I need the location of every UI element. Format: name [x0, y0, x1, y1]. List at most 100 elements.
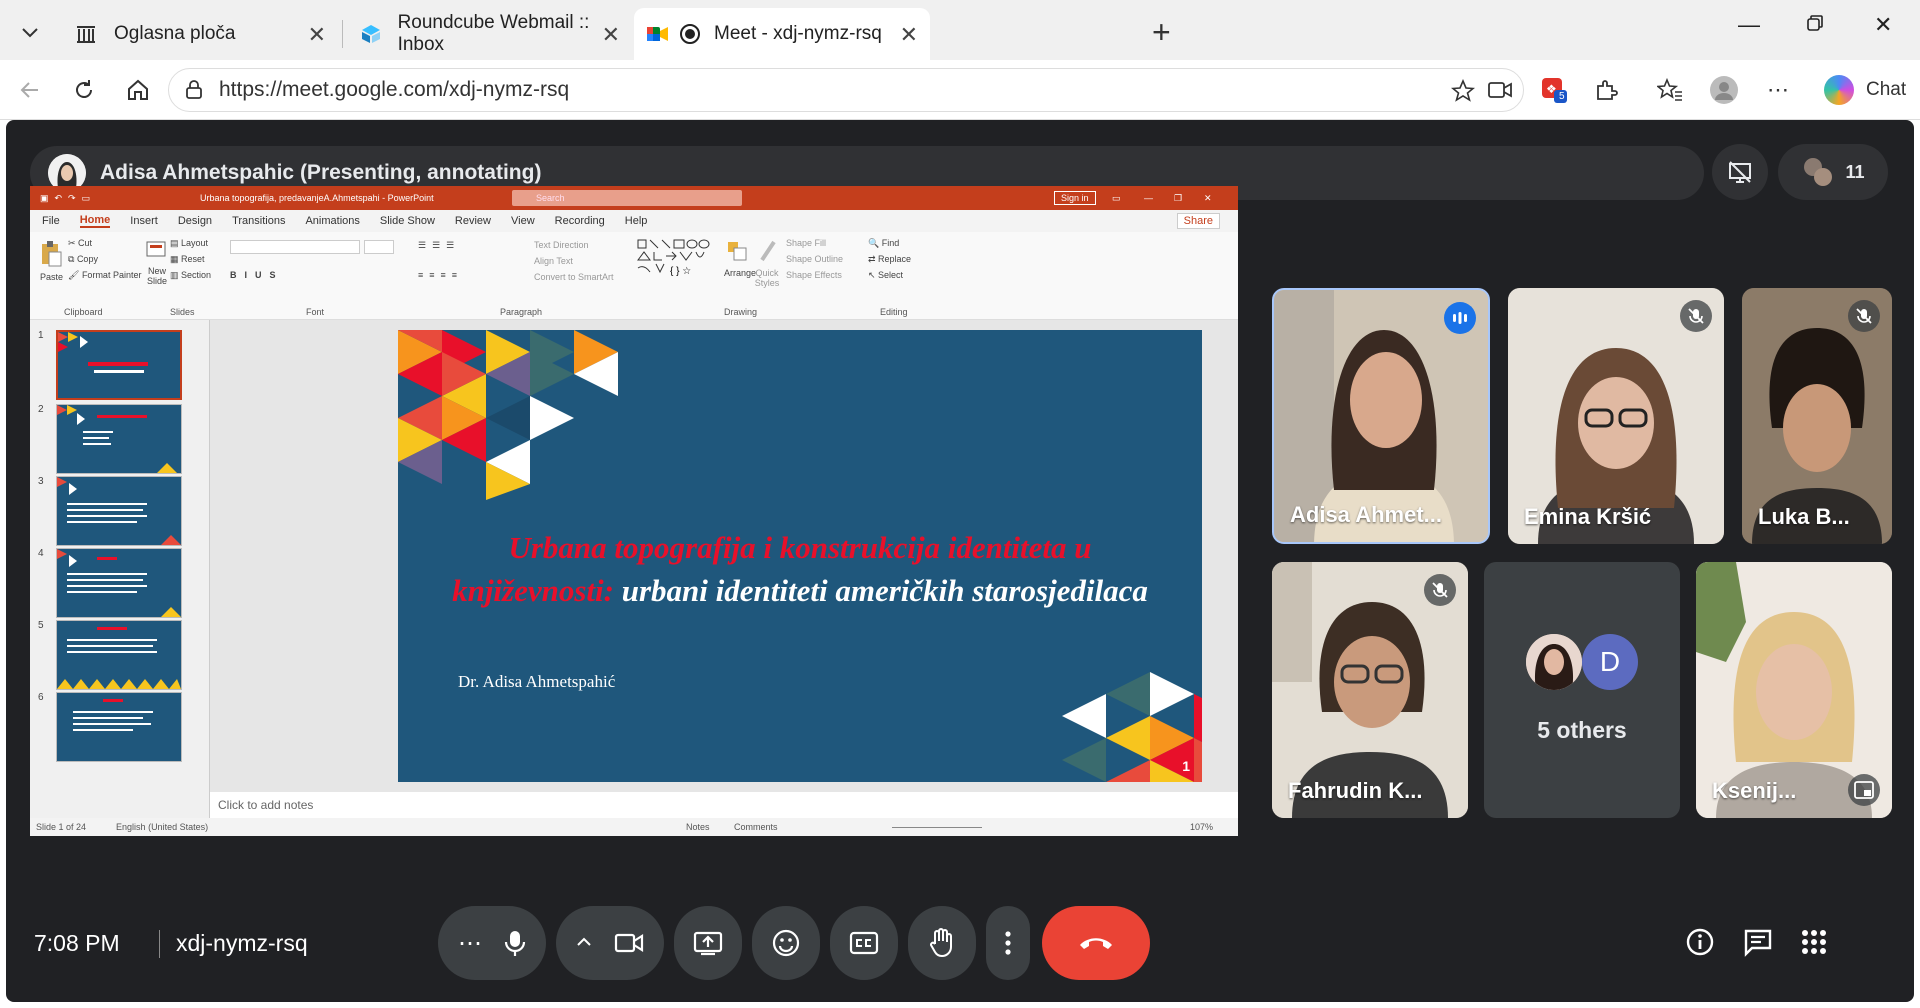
participant-tile[interactable]: Emina Kršić: [1508, 288, 1724, 544]
site-info-icon[interactable]: [183, 79, 205, 107]
find-button[interactable]: 🔍 Find: [868, 238, 899, 249]
ppt-menu-design[interactable]: Design: [178, 215, 212, 227]
camera-in-use-icon[interactable]: [1487, 79, 1513, 107]
back-button[interactable]: [14, 74, 46, 106]
favorites-icon[interactable]: [1654, 74, 1686, 106]
paste-icon[interactable]: [40, 240, 62, 270]
slide-thumbnail[interactable]: [56, 620, 182, 690]
ppt-menu-help[interactable]: Help: [625, 215, 648, 227]
slide-thumbnail[interactable]: [56, 692, 182, 762]
quick-styles-icon[interactable]: [758, 240, 778, 264]
new-slide-icon[interactable]: [146, 240, 166, 262]
font-name-box[interactable]: [230, 240, 360, 254]
chat-button[interactable]: [1736, 920, 1780, 964]
more-menu-icon[interactable]: ⋯: [1762, 74, 1794, 106]
ppt-menu-view[interactable]: View: [511, 215, 535, 227]
profile-avatar-icon[interactable]: [1708, 74, 1740, 106]
format-painter-button[interactable]: 🖌 Format Painter: [68, 270, 141, 281]
others-tile[interactable]: D 5 others: [1484, 562, 1680, 818]
select-button[interactable]: ↖ Select: [868, 270, 903, 281]
reset-button[interactable]: ▦ Reset: [170, 254, 205, 265]
replace-button[interactable]: ⇄ Replace: [868, 254, 911, 265]
picture-in-picture-icon[interactable]: [1848, 774, 1880, 806]
shape-fill-button[interactable]: Shape Fill: [786, 238, 826, 248]
ppt-menu-slideshow[interactable]: Slide Show: [380, 215, 435, 227]
section-button[interactable]: ▥ Section: [170, 270, 211, 281]
captions-button[interactable]: [830, 906, 898, 980]
ppt-minimize[interactable]: —: [1144, 193, 1153, 203]
present-screen-button[interactable]: [674, 906, 742, 980]
slide-thumbnail[interactable]: [56, 548, 182, 618]
ppt-ribbon-display-icon[interactable]: ▭: [1112, 193, 1121, 204]
ppt-sign-in[interactable]: Sign in: [1054, 191, 1096, 205]
tab-meet[interactable]: Meet - xdj-nymz-rsq ✕: [634, 8, 930, 60]
ppt-menu-recording[interactable]: Recording: [555, 215, 605, 227]
list-buttons[interactable]: ☰☰☰: [418, 240, 460, 251]
zoom-slider[interactable]: [892, 827, 982, 828]
video-camera-icon[interactable]: [614, 931, 644, 955]
shapes-gallery[interactable]: { } ☆: [636, 238, 716, 280]
ppt-menu-insert[interactable]: Insert: [130, 215, 158, 227]
text-direction-button[interactable]: Text Direction: [534, 240, 589, 250]
ppt-restore[interactable]: ❐: [1174, 193, 1182, 204]
participant-tile[interactable]: Ksenij...: [1696, 562, 1892, 818]
meeting-details-button[interactable]: [1678, 920, 1722, 964]
arrange-icon[interactable]: [726, 240, 748, 264]
more-horizontal-icon[interactable]: ⋯: [458, 929, 482, 958]
participant-tile[interactable]: Adisa Ahmet...: [1272, 288, 1490, 544]
tab-actions-menu-button[interactable]: [8, 12, 52, 52]
reload-button[interactable]: [68, 74, 100, 106]
favorite-star-icon[interactable]: [1450, 78, 1476, 109]
participants-button[interactable]: 11: [1778, 144, 1888, 200]
participant-tile[interactable]: Fahrudin K...: [1272, 562, 1468, 818]
ppt-search-box[interactable]: Search: [512, 190, 742, 206]
tab-roundcube[interactable]: Roundcube Webmail :: Inbox ✕: [346, 8, 632, 60]
new-tab-button[interactable]: +: [1152, 14, 1171, 51]
align-buttons[interactable]: ≡≡≡≡: [418, 270, 463, 280]
participant-tile[interactable]: Luka B...: [1742, 288, 1892, 544]
more-options-button[interactable]: [986, 906, 1030, 980]
shape-outline-button[interactable]: Shape Outline: [786, 254, 843, 264]
cut-button[interactable]: ✂ Cut: [68, 238, 92, 249]
ppt-menu-home[interactable]: Home: [79, 214, 111, 228]
shape-effects-button[interactable]: Shape Effects: [786, 270, 842, 280]
layout-button[interactable]: ▤ Layout: [170, 238, 208, 249]
close-icon[interactable]: ✕: [308, 22, 326, 48]
ppt-menu-animations[interactable]: Animations: [305, 215, 359, 227]
convert-smartart-button[interactable]: Convert to SmartArt: [534, 272, 614, 282]
font-size-box[interactable]: [364, 240, 394, 254]
leave-call-button[interactable]: [1042, 906, 1150, 980]
copy-button[interactable]: ⧉ Copy: [68, 254, 98, 265]
current-slide[interactable]: Urbana topografija i konstrukcija identi…: [398, 330, 1202, 782]
slide-thumbnail[interactable]: [56, 404, 182, 474]
notes-toggle[interactable]: Notes: [686, 822, 710, 832]
url-input[interactable]: https://meet.google.com/xdj-nymz-rsq: [168, 68, 1524, 112]
ppt-close[interactable]: ✕: [1204, 193, 1212, 204]
chevron-up-icon[interactable]: [576, 934, 592, 952]
close-icon[interactable]: ✕: [900, 22, 918, 48]
raise-hand-button[interactable]: [908, 906, 976, 980]
home-button[interactable]: [122, 74, 154, 106]
ppt-menu-review[interactable]: Review: [455, 215, 491, 227]
hide-presentation-button[interactable]: [1712, 144, 1768, 200]
close-window-button[interactable]: ✕: [1874, 12, 1892, 38]
ppt-menu-file[interactable]: File: [42, 215, 60, 227]
more-mic-options-button[interactable]: ⋯: [438, 906, 546, 980]
microphone-icon[interactable]: [504, 929, 526, 957]
extensions-puzzle-icon[interactable]: [1590, 74, 1622, 106]
comments-toggle[interactable]: Comments: [734, 822, 778, 832]
ppt-menu-transitions[interactable]: Transitions: [232, 215, 285, 227]
notes-pane[interactable]: Click to add notes: [210, 792, 1238, 818]
slide-thumbnail[interactable]: [56, 330, 182, 400]
restore-button[interactable]: [1806, 12, 1824, 38]
slide-thumbnail[interactable]: [56, 476, 182, 546]
font-format-buttons[interactable]: BIUS: [230, 270, 284, 280]
reactions-button[interactable]: [752, 906, 820, 980]
camera-control-button[interactable]: [556, 906, 664, 980]
activities-button[interactable]: [1792, 920, 1836, 964]
copilot-chat-button[interactable]: Chat: [1808, 68, 1920, 112]
tab-oglasna-ploca[interactable]: Oglasna ploča ✕: [60, 8, 338, 60]
close-icon[interactable]: ✕: [602, 22, 620, 48]
ppt-share-button[interactable]: Share: [1176, 213, 1220, 229]
align-text-button[interactable]: Align Text: [534, 256, 573, 266]
